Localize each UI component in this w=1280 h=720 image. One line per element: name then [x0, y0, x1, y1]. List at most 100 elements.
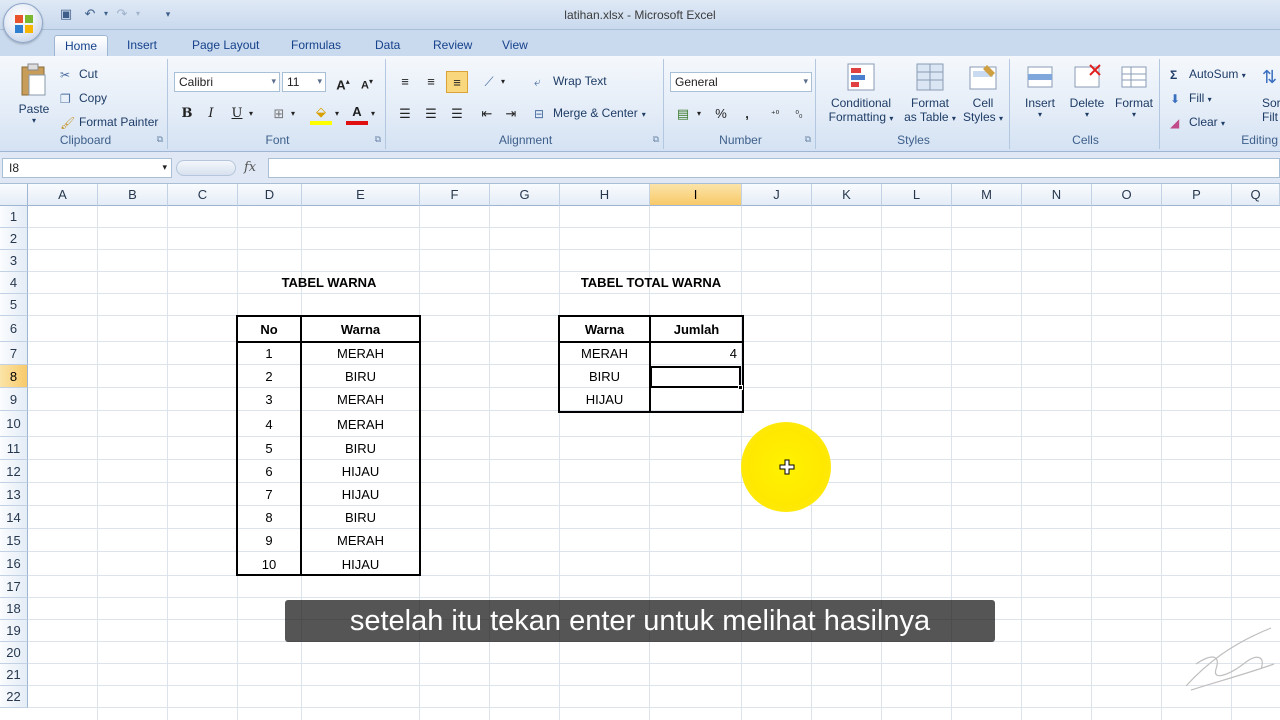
increase-decimal-icon[interactable]: ⁺⁰ [764, 103, 786, 125]
insert-function-icon[interactable]: fx [244, 160, 256, 175]
tabel-warna-no-cell[interactable]: 7 [238, 483, 300, 506]
orientation-icon[interactable]: ⟋ [478, 71, 500, 93]
tabel-warna-no-cell[interactable]: 1 [238, 342, 300, 365]
bold-button[interactable]: B [176, 103, 198, 125]
align-bottom-icon[interactable]: ≡ [446, 71, 468, 93]
increase-indent-icon[interactable]: ⇥ [500, 103, 522, 125]
font-name-combo[interactable]: Calibri ▾ [174, 72, 280, 92]
column-header-f[interactable]: F [420, 184, 490, 206]
merge-center-button[interactable]: ⊟ Merge & Center ▾ [534, 106, 646, 121]
tabel-warna-color-cell[interactable]: HIJAU [302, 460, 419, 483]
clear-button[interactable]: ◢ Clear ▾ [1170, 115, 1225, 130]
comma-button[interactable]: , [736, 103, 758, 125]
row-header-5[interactable]: 5 [0, 294, 28, 316]
sort-filter-button[interactable]: ⇅ Sor Filt [1262, 67, 1280, 124]
tabel-warna-color-cell[interactable]: MERAH [302, 529, 419, 552]
column-header-j[interactable]: J [742, 184, 812, 206]
italic-button[interactable]: I [200, 103, 222, 125]
row-header-8[interactable]: 8 [0, 365, 28, 388]
office-button[interactable] [3, 3, 43, 43]
tabel-warna-color-cell[interactable]: MERAH [302, 342, 419, 365]
tab-page-layout[interactable]: Page Layout [182, 35, 269, 56]
format-as-table-button[interactable]: Format as Table ▾ [900, 61, 960, 124]
tabel-total-color-cell[interactable]: HIJAU [560, 388, 649, 411]
formula-input[interactable] [268, 158, 1280, 178]
row-header-15[interactable]: 15 [0, 529, 28, 552]
tab-view[interactable]: View [492, 35, 538, 56]
tabel-warna-no-cell[interactable]: 10 [238, 552, 300, 576]
row-header-10[interactable]: 10 [0, 411, 28, 437]
wrap-text-button[interactable]: ⤶ Wrap Text [534, 74, 607, 89]
column-header-a[interactable]: A [28, 184, 98, 206]
underline-button[interactable]: U [226, 103, 248, 125]
align-right-icon[interactable]: ☰ [446, 103, 468, 125]
underline-dropdown-icon[interactable]: ▾ [246, 103, 256, 125]
customize-toolbar-icon[interactable]: ▾ [160, 6, 176, 22]
number-launcher-icon[interactable]: ⧉ [805, 134, 811, 145]
tabel-warna-no-cell[interactable]: 5 [238, 437, 300, 460]
tabel-warna-no-cell[interactable]: 3 [238, 388, 300, 411]
redo-dropdown-icon[interactable]: ▾ [130, 6, 146, 22]
decrease-decimal-icon[interactable]: ⁰₀ [788, 103, 810, 125]
save-icon[interactable]: ▣ [58, 6, 74, 22]
row-header-7[interactable]: 7 [0, 342, 28, 365]
column-header-p[interactable]: P [1162, 184, 1232, 206]
align-middle-icon[interactable]: ≡ [420, 71, 442, 93]
column-header-l[interactable]: L [882, 184, 952, 206]
row-header-2[interactable]: 2 [0, 228, 28, 250]
row-header-17[interactable]: 17 [0, 576, 28, 598]
merge-dropdown-icon[interactable]: ▾ [642, 110, 646, 119]
tabel-warna-title[interactable]: TABEL WARNA [238, 271, 420, 293]
tabel-warna-no-cell[interactable]: 2 [238, 365, 300, 388]
accounting-icon[interactable]: ▤ [672, 103, 694, 125]
column-header-k[interactable]: K [812, 184, 882, 206]
tabel-warna-header-no[interactable]: No [238, 318, 300, 340]
tabel-total-header-warna[interactable]: Warna [560, 318, 649, 340]
fill-button[interactable]: ⬇ Fill ▾ [1170, 91, 1212, 106]
delete-cells-button[interactable]: Delete ▾ [1064, 61, 1110, 119]
tabel-total-color-cell[interactable]: MERAH [560, 342, 649, 365]
column-header-d[interactable]: D [238, 184, 302, 206]
font-launcher-icon[interactable]: ⧉ [375, 134, 381, 145]
grow-font-icon[interactable]: A▴ [332, 71, 354, 93]
column-header-i[interactable]: I [650, 184, 742, 206]
shrink-font-icon[interactable]: A▾ [356, 71, 378, 93]
tabel-warna-no-cell[interactable]: 4 [238, 411, 300, 437]
autosum-button[interactable]: Σ AutoSum ▾ [1170, 67, 1246, 82]
cut-button[interactable]: ✂ Cut [60, 67, 98, 82]
paste-dropdown-icon[interactable]: ▾ [12, 116, 56, 125]
tabel-warna-color-cell[interactable]: HIJAU [302, 552, 419, 576]
fill-handle[interactable] [738, 385, 743, 390]
font-color-dropdown-icon[interactable]: ▾ [368, 103, 378, 125]
tabel-warna-color-cell[interactable]: MERAH [302, 411, 419, 437]
decrease-indent-icon[interactable]: ⇤ [476, 103, 498, 125]
tab-data[interactable]: Data [365, 35, 410, 56]
number-format-combo[interactable]: General ▾ [670, 72, 812, 92]
conditional-formatting-button[interactable]: Conditional Formatting ▾ [822, 61, 900, 124]
percent-button[interactable]: % [710, 103, 732, 125]
row-header-6[interactable]: 6 [0, 316, 28, 342]
paste-button[interactable]: Paste ▾ [12, 63, 56, 131]
insert-cells-button[interactable]: Insert ▾ [1018, 61, 1062, 119]
tabel-warna-color-cell[interactable]: BIRU [302, 506, 419, 529]
row-header-18[interactable]: 18 [0, 598, 28, 620]
tab-insert[interactable]: Insert [117, 35, 167, 56]
copy-button[interactable]: ❐ Copy [60, 91, 107, 106]
column-header-m[interactable]: M [952, 184, 1022, 206]
undo-dropdown-icon[interactable]: ▾ [98, 6, 114, 22]
column-header-b[interactable]: B [98, 184, 168, 206]
row-header-11[interactable]: 11 [0, 437, 28, 460]
font-color-icon[interactable]: A [346, 103, 368, 125]
font-size-combo[interactable]: 11 ▾ [282, 72, 326, 92]
column-header-q[interactable]: Q [1232, 184, 1280, 206]
column-header-n[interactable]: N [1022, 184, 1092, 206]
row-header-16[interactable]: 16 [0, 552, 28, 576]
format-painter-button[interactable]: 🖌 Format Painter [60, 115, 158, 130]
row-header-9[interactable]: 9 [0, 388, 28, 411]
column-header-c[interactable]: C [168, 184, 238, 206]
tabel-warna-color-cell[interactable]: BIRU [302, 365, 419, 388]
tabel-warna-no-cell[interactable]: 6 [238, 460, 300, 483]
clipboard-launcher-icon[interactable]: ⧉ [157, 134, 163, 145]
format-cells-button[interactable]: Format ▾ [1112, 61, 1156, 119]
active-cell-outline[interactable] [650, 366, 741, 388]
